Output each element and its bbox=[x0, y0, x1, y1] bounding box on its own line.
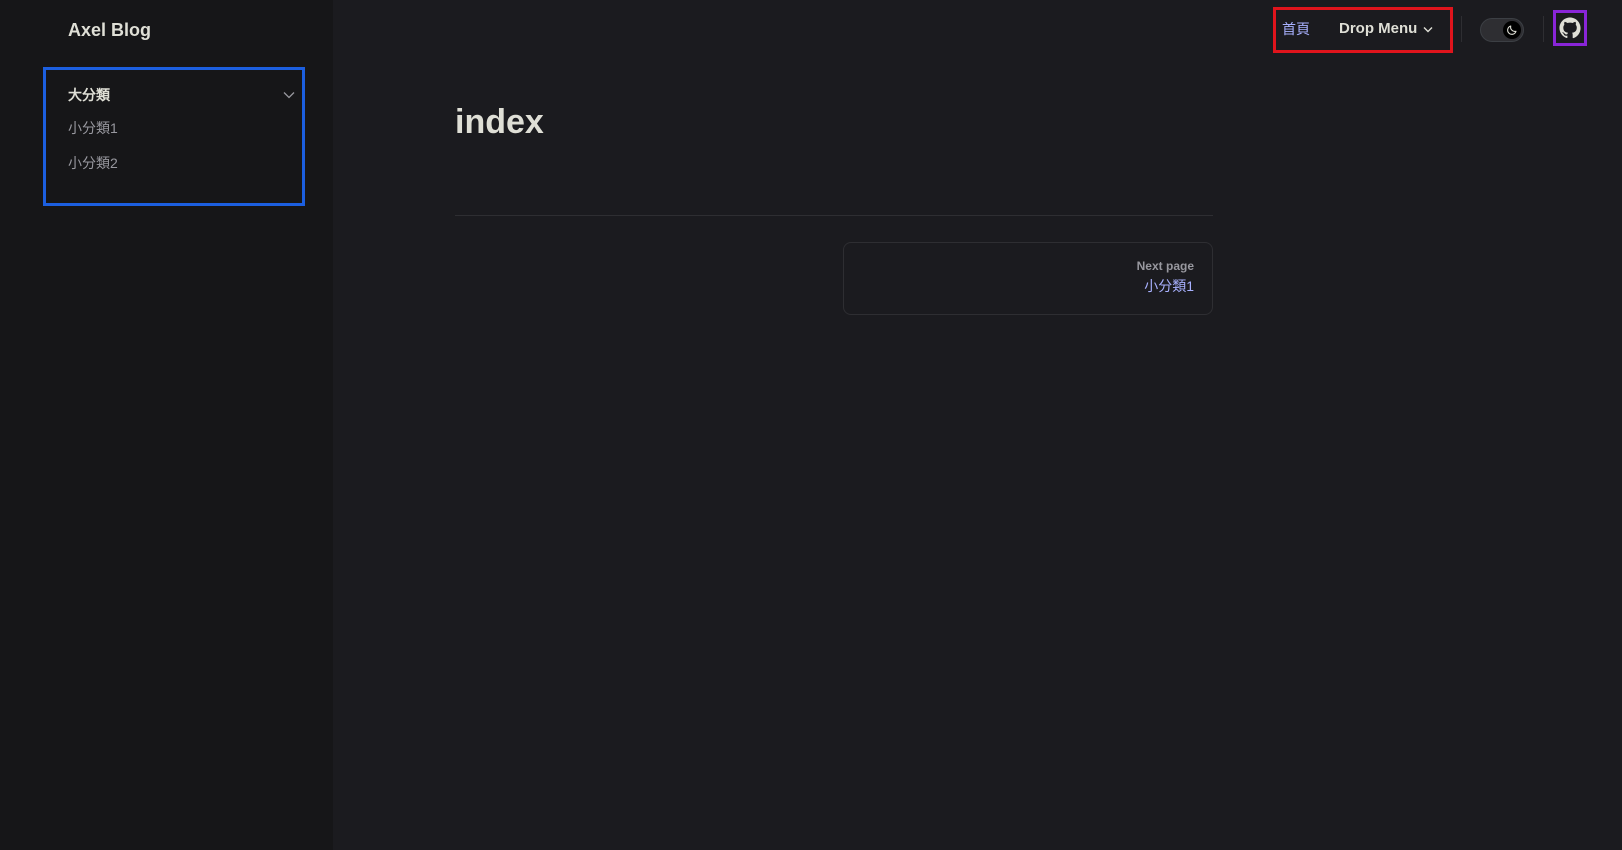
next-page-card[interactable]: Next page 小分類1 bbox=[843, 242, 1213, 315]
moon-icon bbox=[1503, 21, 1521, 39]
sidebar-item-sub-2[interactable]: 小分類2 bbox=[68, 151, 118, 175]
nav-dropdown-label: Drop Menu bbox=[1339, 20, 1418, 37]
nav-divider bbox=[1461, 16, 1462, 42]
page-title: index bbox=[455, 103, 544, 141]
sidebar-group-title: 大分類 bbox=[68, 87, 110, 103]
nav-divider bbox=[1543, 16, 1544, 42]
chevron-down-icon bbox=[1423, 17, 1433, 41]
next-page-label: Next page bbox=[1136, 259, 1194, 273]
next-page-title: 小分類1 bbox=[1144, 278, 1194, 294]
sidebar-group-header[interactable]: 大分類 bbox=[68, 83, 296, 107]
nav-dropdown-button[interactable]: Drop Menu bbox=[1339, 17, 1433, 41]
theme-toggle-switch[interactable] bbox=[1480, 18, 1524, 42]
sidebar-item-sub-1[interactable]: 小分類1 bbox=[68, 116, 118, 140]
sidebar: Axel Blog 大分類 小分類1 小分類2 bbox=[0, 0, 333, 850]
site-title-link[interactable]: Axel Blog bbox=[68, 18, 151, 42]
chevron-down-icon[interactable] bbox=[282, 88, 296, 102]
content-divider bbox=[455, 215, 1213, 216]
nav-home-link[interactable]: 首頁 bbox=[1282, 17, 1310, 41]
app-root: Axel Blog 大分類 小分類1 小分類2 首頁 Drop Menu ind… bbox=[0, 0, 1622, 850]
github-icon[interactable] bbox=[1558, 16, 1582, 40]
